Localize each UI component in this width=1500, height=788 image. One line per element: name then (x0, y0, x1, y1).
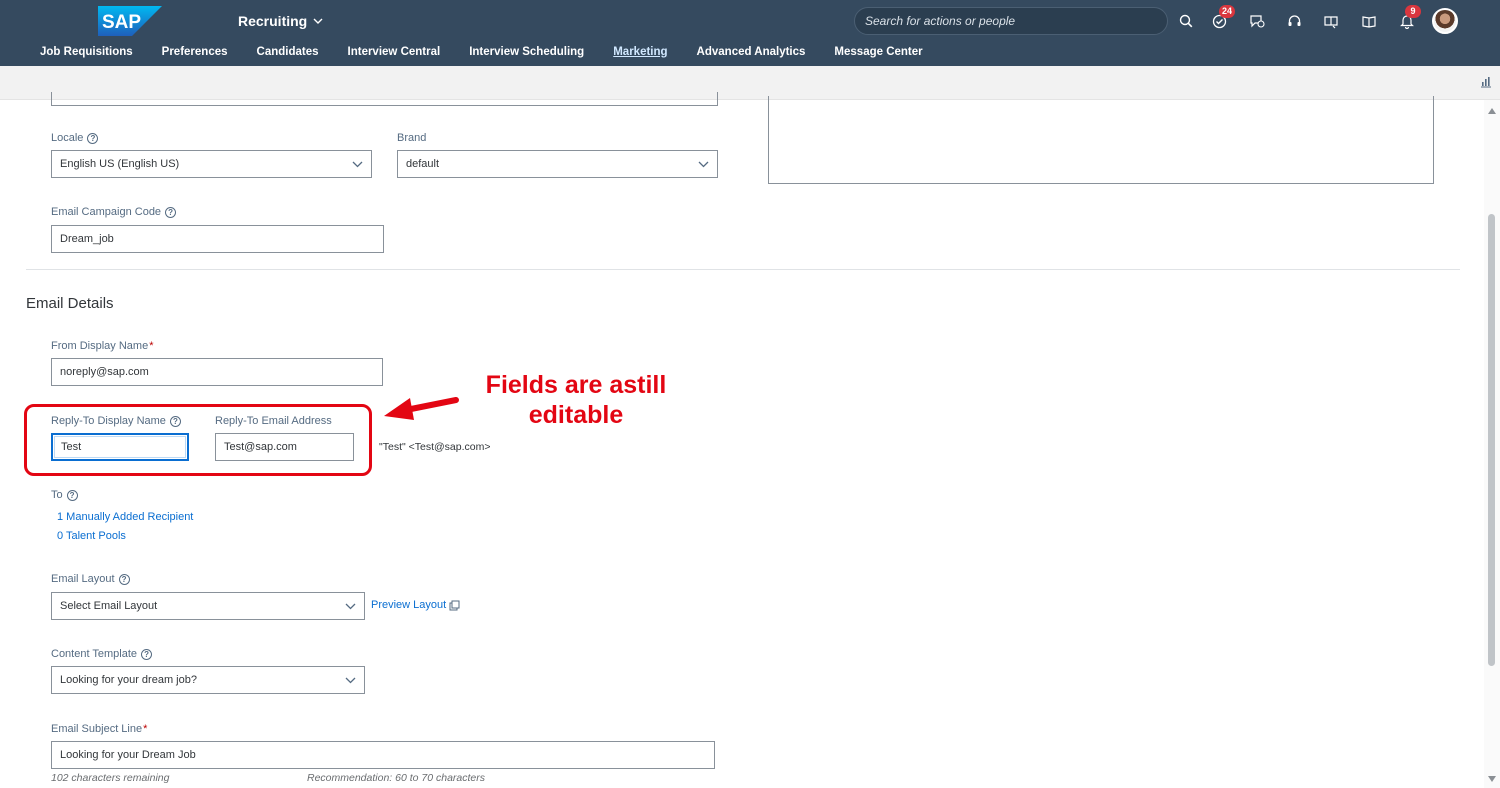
user-avatar[interactable] (1432, 8, 1458, 34)
top-navigation: Job Requisitions Preferences Candidates Int… (0, 44, 952, 66)
preview-panel (768, 96, 1434, 184)
locale-label: Locale? (51, 132, 99, 144)
search-input[interactable]: Search for actions or people (854, 7, 1168, 35)
help-icon[interactable]: ? (165, 206, 177, 218)
learning-icon[interactable] (1319, 9, 1343, 33)
product-switcher[interactable]: Recruiting (238, 13, 323, 29)
scroll-up-arrow-icon[interactable] (1488, 108, 1496, 114)
nav-tab-interview-central[interactable]: Interview Central (348, 44, 441, 66)
notification-badge: 9 (1405, 5, 1421, 18)
campaign-code-label: Email Campaign Code? (51, 206, 177, 218)
nav-tab-message-center[interactable]: Message Center (834, 44, 922, 66)
headset-icon[interactable] (1282, 9, 1306, 33)
guide-book-icon[interactable] (1357, 9, 1381, 33)
analytics-chart-icon[interactable] (1480, 76, 1492, 88)
to-label: To? (51, 489, 78, 501)
help-icon[interactable]: ? (141, 648, 153, 660)
nav-tab-marketing[interactable]: Marketing (613, 44, 667, 66)
nav-tab-preferences[interactable]: Preferences (162, 44, 228, 66)
annotation-highlight-box (24, 404, 372, 476)
subject-recommendation: Recommendation: 60 to 70 characters (307, 772, 486, 784)
help-icon[interactable]: ? (118, 573, 130, 585)
nav-tab-job-requisitions[interactable]: Job Requisitions (40, 44, 133, 66)
svg-text:SAP: SAP (102, 12, 141, 33)
vertical-scrollbar[interactable] (1484, 100, 1500, 788)
section-divider (26, 269, 1460, 270)
locale-value: English US (English US) (60, 158, 180, 170)
content-template-select[interactable]: Looking for your dream job? (51, 666, 365, 694)
annotation-arrow-icon (384, 397, 459, 420)
section-title: Email Details (26, 295, 114, 312)
bell-icon[interactable]: 9 (1395, 5, 1421, 33)
locale-select[interactable]: English US (English US) (51, 150, 372, 178)
from-display-name-input[interactable]: noreply@sap.com (51, 358, 383, 386)
brand-select[interactable]: default (397, 150, 718, 178)
annotation-text: Fields are astill editable (485, 371, 667, 429)
external-window-icon (449, 600, 460, 610)
brand-label: Brand (397, 132, 427, 144)
sap-logo[interactable]: SAP (98, 6, 162, 36)
scrollbar-thumb[interactable] (1488, 214, 1495, 666)
from-display-name-label: From Display Name * (51, 340, 154, 352)
email-layout-label: Email Layout? (51, 573, 130, 585)
brand-value: default (406, 158, 440, 170)
product-name: Recruiting (238, 13, 308, 29)
subject-line-label: Email Subject Line * (51, 723, 148, 735)
nav-tab-advanced-analytics[interactable]: Advanced Analytics (697, 44, 806, 66)
email-layout-select[interactable]: Select Email Layout (51, 592, 365, 620)
chevron-down-icon (352, 161, 363, 168)
shell-bar: SAP Recruiting Search for actions or peo… (0, 0, 1500, 66)
chevron-down-icon (345, 677, 356, 684)
chevron-down-icon (345, 603, 356, 610)
reply-to-preview: "Test" <Test@sap.com> (379, 441, 491, 453)
chevron-down-icon (698, 161, 709, 168)
search-icon[interactable] (1174, 9, 1198, 33)
previous-field[interactable] (51, 92, 718, 106)
nav-tab-interview-scheduling[interactable]: Interview Scheduling (469, 44, 584, 66)
content-template-label: Content Template? (51, 648, 153, 660)
todo-icon[interactable]: 24 (1207, 5, 1236, 33)
help-icon[interactable]: ? (87, 132, 99, 144)
talent-pools-link[interactable]: 0 Talent Pools (57, 530, 126, 542)
help-icon[interactable]: ? (66, 489, 78, 501)
chars-remaining: 102 characters remaining (51, 772, 170, 784)
chat-icon[interactable] (1245, 9, 1269, 33)
nav-tab-candidates[interactable]: Candidates (257, 44, 319, 66)
manual-recipients-link[interactable]: 1 Manually Added Recipient (57, 511, 193, 523)
scroll-down-arrow-icon[interactable] (1488, 776, 1496, 782)
preview-layout-link[interactable]: Preview Layout (371, 599, 460, 611)
subject-line-input[interactable]: Looking for your Dream Job (51, 741, 715, 769)
campaign-code-input[interactable]: Dream_job (51, 225, 384, 253)
chevron-down-icon (313, 18, 323, 24)
todo-badge: 24 (1219, 5, 1236, 18)
